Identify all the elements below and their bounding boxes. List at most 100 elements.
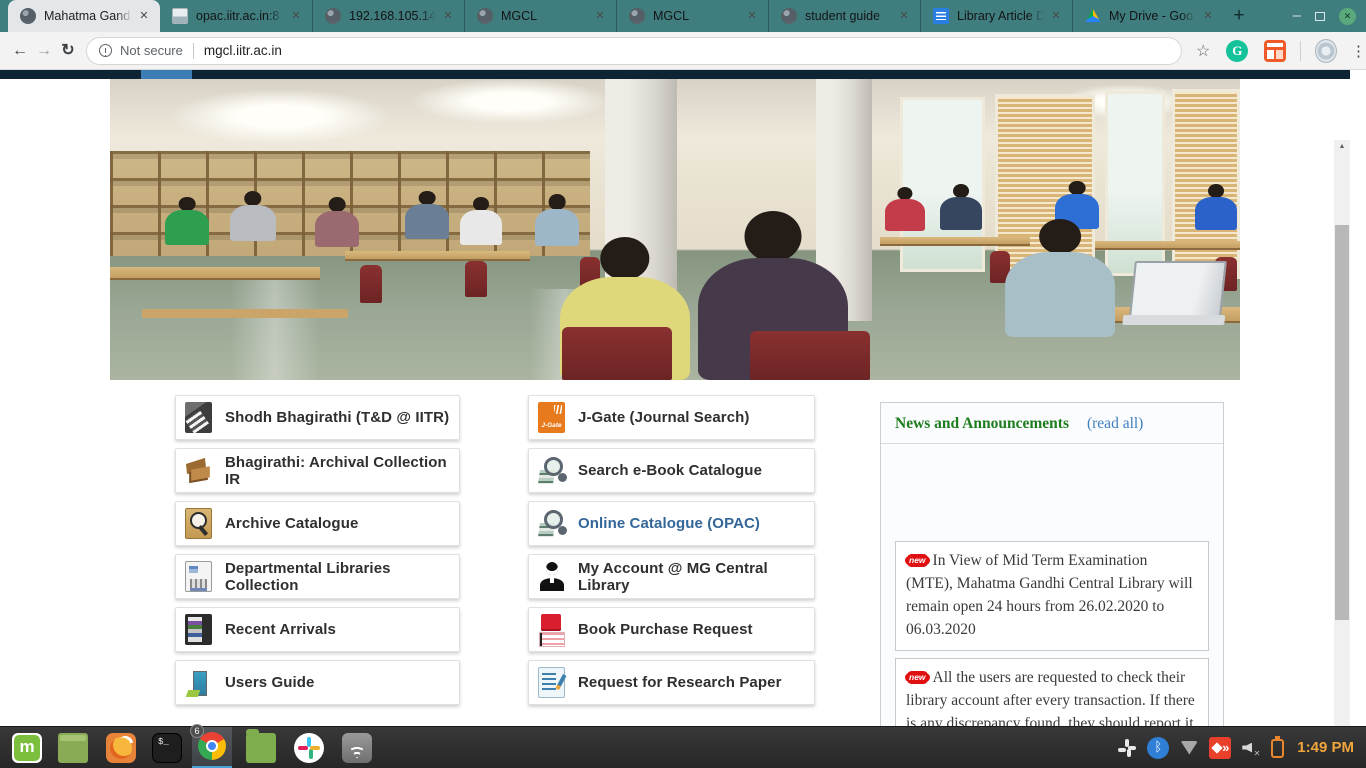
bluetooth-icon[interactable] bbox=[1147, 737, 1169, 759]
tab-library-article[interactable]: Library Article D ✕ bbox=[920, 0, 1072, 32]
image-favicon bbox=[172, 8, 188, 24]
tab-mahatma-gandhi[interactable]: Mahatma Gand ✕ bbox=[8, 0, 160, 32]
anydesk-icon[interactable] bbox=[1209, 737, 1231, 759]
slack-icon[interactable] bbox=[294, 733, 324, 763]
clock[interactable]: 1:49 PM bbox=[1297, 739, 1354, 756]
link-recent-arrivals[interactable]: Recent Arrivals bbox=[175, 607, 460, 652]
new-tab-button[interactable]: + bbox=[1224, 0, 1254, 32]
tab-my-drive[interactable]: My Drive - Goo ✕ bbox=[1072, 0, 1224, 32]
new-badge-icon: new bbox=[906, 555, 929, 566]
show-desktop-icon[interactable] bbox=[58, 733, 88, 763]
reload-button[interactable]: ↻ bbox=[56, 39, 80, 63]
photo-student-blue-shirt bbox=[1005, 219, 1115, 337]
news-title: News and Announcements bbox=[895, 415, 1069, 432]
tab-close-icon[interactable]: ✕ bbox=[744, 8, 760, 24]
link-column-left: Shodh Bhagirathi (T&D @ IITR) Bhagirathi… bbox=[175, 395, 460, 713]
link-users-guide[interactable]: Users Guide bbox=[175, 660, 460, 705]
link-online-catalogue-opac[interactable]: Online Catalogue (OPAC) bbox=[528, 501, 815, 546]
scroll-up-icon[interactable]: ▲ bbox=[1334, 140, 1350, 154]
link-label: Book Purchase Request bbox=[578, 621, 753, 638]
link-request-research-paper[interactable]: Request for Research Paper bbox=[528, 660, 815, 705]
link-my-account[interactable]: My Account @ MG Central Library bbox=[528, 554, 815, 599]
tab-close-icon[interactable]: ✕ bbox=[288, 8, 304, 24]
network-settings-icon[interactable] bbox=[342, 733, 372, 763]
link-ebook-catalogue[interactable]: Search e-Book Catalogue bbox=[528, 448, 815, 493]
tab-mgcl-2[interactable]: MGCL ✕ bbox=[616, 0, 768, 32]
jgate-icon-text: J-Gate bbox=[541, 422, 561, 429]
tab-student-guide[interactable]: student guide ✕ bbox=[768, 0, 920, 32]
slack-tray-icon[interactable] bbox=[1116, 737, 1138, 759]
tab-close-icon[interactable]: ✕ bbox=[1200, 8, 1216, 24]
address-bar[interactable]: Not secure mgcl.iitr.ac.in bbox=[86, 37, 1182, 65]
link-departmental-libraries[interactable]: Departmental Libraries Collection bbox=[175, 554, 460, 599]
grammarly-extension-icon[interactable]: G bbox=[1226, 40, 1248, 62]
tab-close-icon[interactable]: ✕ bbox=[136, 8, 152, 24]
tab-close-icon[interactable]: ✕ bbox=[1048, 8, 1064, 24]
guide-kiosk-icon bbox=[185, 667, 212, 698]
back-button[interactable]: ← bbox=[8, 39, 32, 63]
link-bhagirathi-archival[interactable]: Bhagirathi: Archival Collection IR bbox=[175, 448, 460, 493]
link-jgate[interactable]: J-Gate J-Gate (Journal Search) bbox=[528, 395, 815, 440]
link-archive-catalogue[interactable]: Archive Catalogue bbox=[175, 501, 460, 546]
system-tray: 1:49 PM bbox=[1116, 737, 1366, 759]
tab-close-icon[interactable]: ✕ bbox=[896, 8, 912, 24]
file-manager-icon[interactable] bbox=[246, 733, 276, 763]
globe-favicon bbox=[781, 8, 797, 24]
browser-menu-icon[interactable]: ⋮ bbox=[1351, 42, 1366, 60]
link-label: Request for Research Paper bbox=[578, 674, 782, 691]
terminal-glyph: $_ bbox=[158, 737, 169, 747]
network-tray-icon[interactable] bbox=[1178, 737, 1200, 759]
url-text[interactable]: mgcl.iitr.ac.in bbox=[204, 43, 282, 58]
link-label: My Account @ MG Central Library bbox=[578, 560, 814, 594]
terminal-icon[interactable]: $_ bbox=[152, 733, 182, 763]
tab-close-icon[interactable]: ✕ bbox=[440, 8, 456, 24]
link-shodh-bhagirathi[interactable]: Shodh Bhagirathi (T&D @ IITR) bbox=[175, 395, 460, 440]
site-navbar-strip bbox=[0, 70, 1350, 79]
tab-close-icon[interactable]: ✕ bbox=[592, 8, 608, 24]
minimize-button[interactable]: – bbox=[1293, 11, 1301, 21]
link-label: Departmental Libraries Collection bbox=[225, 560, 459, 594]
page-viewport: Shodh Bhagirathi (T&D @ IITR) Bhagirathi… bbox=[0, 70, 1350, 726]
globe-favicon bbox=[325, 8, 341, 24]
firefox-icon[interactable] bbox=[106, 733, 136, 763]
restore-button[interactable] bbox=[1315, 12, 1325, 21]
tab-title: opac.iitr.ac.in:8 bbox=[196, 9, 284, 23]
battery-icon[interactable] bbox=[1271, 739, 1284, 758]
chrome-taskbar-button[interactable]: 6 bbox=[192, 727, 232, 768]
tab-mgcl-1[interactable]: MGCL ✕ bbox=[464, 0, 616, 32]
link-label: Bhagirathi: Archival Collection IR bbox=[225, 454, 459, 488]
profile-avatar[interactable] bbox=[1315, 39, 1337, 63]
google-docs-favicon bbox=[933, 8, 949, 24]
opac-search-icon bbox=[538, 508, 565, 539]
tab-title: My Drive - Goo bbox=[1109, 9, 1196, 23]
volume-muted-icon[interactable] bbox=[1240, 737, 1262, 759]
news-panel: News and Announcements (read all) newIn … bbox=[880, 402, 1224, 726]
tab-title: Library Article D bbox=[957, 9, 1044, 23]
url-separator bbox=[193, 43, 194, 59]
library-photo bbox=[110, 79, 1240, 380]
link-book-purchase-request[interactable]: Book Purchase Request bbox=[528, 607, 815, 652]
page-scrollbar[interactable]: ▲ ▼ bbox=[1334, 140, 1350, 726]
user-icon bbox=[538, 561, 565, 592]
book-purchase-icon bbox=[538, 614, 565, 645]
link-label: Shodh Bhagirathi (T&D @ IITR) bbox=[225, 409, 449, 426]
news-item-text: All the users are requested to check the… bbox=[906, 669, 1195, 726]
close-window-button[interactable]: ✕ bbox=[1339, 8, 1356, 25]
toolbar-separator bbox=[1300, 41, 1301, 61]
tab-ip-address[interactable]: 192.168.105.14 ✕ bbox=[312, 0, 464, 32]
ebook-search-icon bbox=[538, 455, 565, 486]
info-icon[interactable] bbox=[99, 44, 112, 57]
photo-laptop bbox=[1129, 261, 1227, 317]
chrome-window-count-badge: 6 bbox=[190, 724, 204, 738]
session-extension-icon[interactable] bbox=[1264, 40, 1286, 62]
bookmark-star-icon[interactable]: ☆ bbox=[1196, 41, 1210, 61]
kiosk-icon bbox=[185, 561, 212, 592]
mint-menu-icon[interactable] bbox=[12, 733, 42, 763]
link-label: Search e-Book Catalogue bbox=[578, 462, 762, 479]
forward-button[interactable]: → bbox=[32, 39, 56, 63]
tab-title: MGCL bbox=[501, 9, 588, 23]
tab-opac[interactable]: opac.iitr.ac.in:8 ✕ bbox=[160, 0, 312, 32]
read-all-link[interactable]: (read all) bbox=[1087, 415, 1143, 432]
link-column-right: J-Gate J-Gate (Journal Search) Search e-… bbox=[528, 395, 815, 713]
scrollbar-thumb[interactable] bbox=[1335, 225, 1349, 620]
